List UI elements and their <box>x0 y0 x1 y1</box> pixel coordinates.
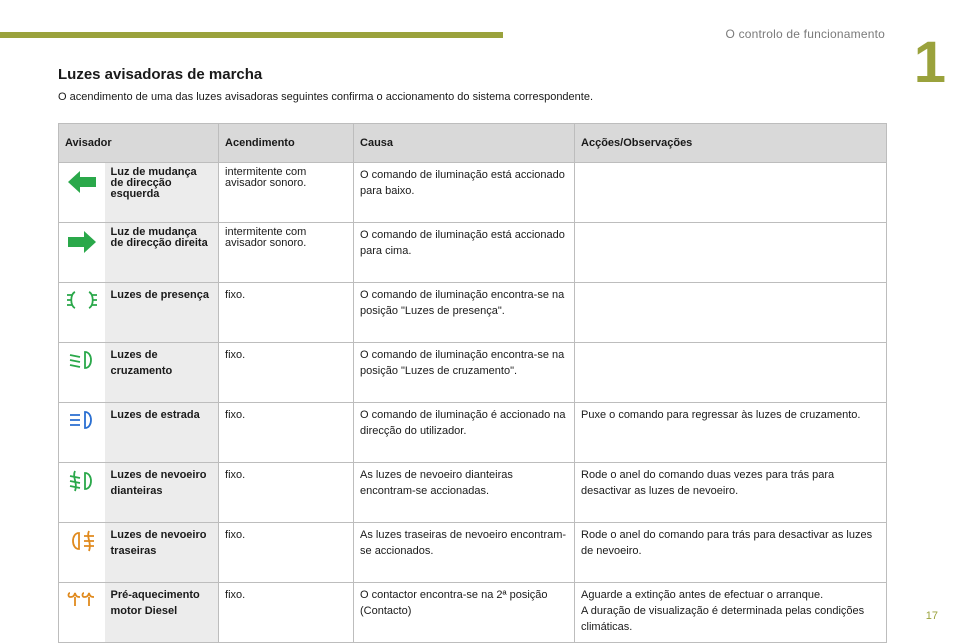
action-text: Rode o anel do comando para trás para de… <box>574 522 888 583</box>
warning-lights-table: Avisador Acendimento Causa Acções/Observ… <box>57 123 888 643</box>
warning-name: Luz de mudança de direcção direita <box>110 226 208 249</box>
cause-text: As luzes traseiras de nevoeiro encontram… <box>353 522 576 583</box>
action-text: Aguarde a extinção antes de efectuar o a… <box>574 582 888 643</box>
main-beam-icon <box>58 402 105 463</box>
lighting-state: fixo. <box>218 402 355 463</box>
lighting-state: fixo. <box>218 522 355 583</box>
warning-name: Luz de mudança de direcção esquerda <box>110 166 197 200</box>
table-header-row: Avisador Acendimento Causa Acções/Observ… <box>57 123 888 163</box>
warning-name: Luzes de nevoeiro dianteiras <box>104 462 220 523</box>
action-text <box>574 222 888 283</box>
left-turn-arrow-icon <box>58 162 105 223</box>
table-row: Luzes de nevoeiro dianteiras fixo. As lu… <box>58 462 888 523</box>
table-row: Luz de mudança de direcção esquerda inte… <box>58 162 888 223</box>
section-intro: O acendimento de uma das luzes avisadora… <box>58 91 594 103</box>
header-avisador: Avisador <box>57 123 220 163</box>
lighting-state: fixo. <box>218 462 355 523</box>
table-row: Luzes de presença fixo. O comando de ilu… <box>58 282 888 343</box>
action-text: Rode o anel do comando duas vezes para t… <box>574 462 888 523</box>
lighting-state: fixo. <box>218 282 355 343</box>
warning-name: Luzes de nevoeiro traseiras <box>104 522 220 583</box>
warning-name: Luzes de estrada <box>104 402 220 463</box>
action-text <box>574 282 888 343</box>
diesel-preheating-icon <box>58 582 105 643</box>
page-number: 17 <box>925 610 938 622</box>
header-acendimento: Acendimento <box>218 123 355 163</box>
warning-name: Luzes de cruzamento <box>104 342 220 403</box>
front-fog-lamp-icon <box>58 462 105 523</box>
cause-text: O comando de iluminação encontra-se na p… <box>353 342 576 403</box>
side-lights-icon <box>58 282 105 343</box>
cause-text: O comando de iluminação está accionado p… <box>353 222 576 283</box>
header-causa: Causa <box>353 123 576 163</box>
chapter-number: 1 <box>913 30 946 95</box>
action-text: Puxe o comando para regressar às luzes d… <box>574 402 888 463</box>
right-turn-arrow-icon <box>58 222 105 283</box>
section-title: Luzes avisadoras de marcha <box>58 66 263 83</box>
cause-text: As luzes de nevoeiro dianteiras encontra… <box>353 462 576 523</box>
table-row: Luzes de cruzamento fixo. O comando de i… <box>58 342 888 403</box>
cause-text: O comando de iluminação é accionado na d… <box>353 402 576 463</box>
cause-text: O comando de iluminação está accionado p… <box>353 162 576 223</box>
table-row: Luzes de estrada fixo. O comando de ilum… <box>58 402 888 463</box>
lighting-state: fixo. <box>218 342 355 403</box>
chapter-color-bar <box>0 32 503 38</box>
cause-text: O contactor encontra-se na 2ª posição (C… <box>353 582 576 643</box>
table-row: Luz de mudança de direcção direita inter… <box>58 222 888 283</box>
lighting-state: intermitente com avisador sonoro. <box>225 166 307 189</box>
dipped-beam-icon <box>58 342 105 403</box>
warning-name: Luzes de presença <box>104 282 220 343</box>
lighting-state: fixo. <box>218 582 355 643</box>
table-row: Pré-aquecimento motor Diesel fixo. O con… <box>58 582 888 643</box>
chapter-title: O controlo de funcionamento <box>725 27 885 41</box>
header-accoes: Acções/Observações <box>574 123 888 163</box>
warning-name: Pré-aquecimento motor Diesel <box>104 582 220 643</box>
lighting-state: intermitente com avisador sonoro. <box>225 226 307 249</box>
action-text <box>574 342 888 403</box>
rear-fog-lamp-icon <box>58 522 105 583</box>
action-text <box>574 162 888 223</box>
cause-text: O comando de iluminação encontra-se na p… <box>353 282 576 343</box>
table-row: Luzes de nevoeiro traseiras fixo. As luz… <box>58 522 888 583</box>
